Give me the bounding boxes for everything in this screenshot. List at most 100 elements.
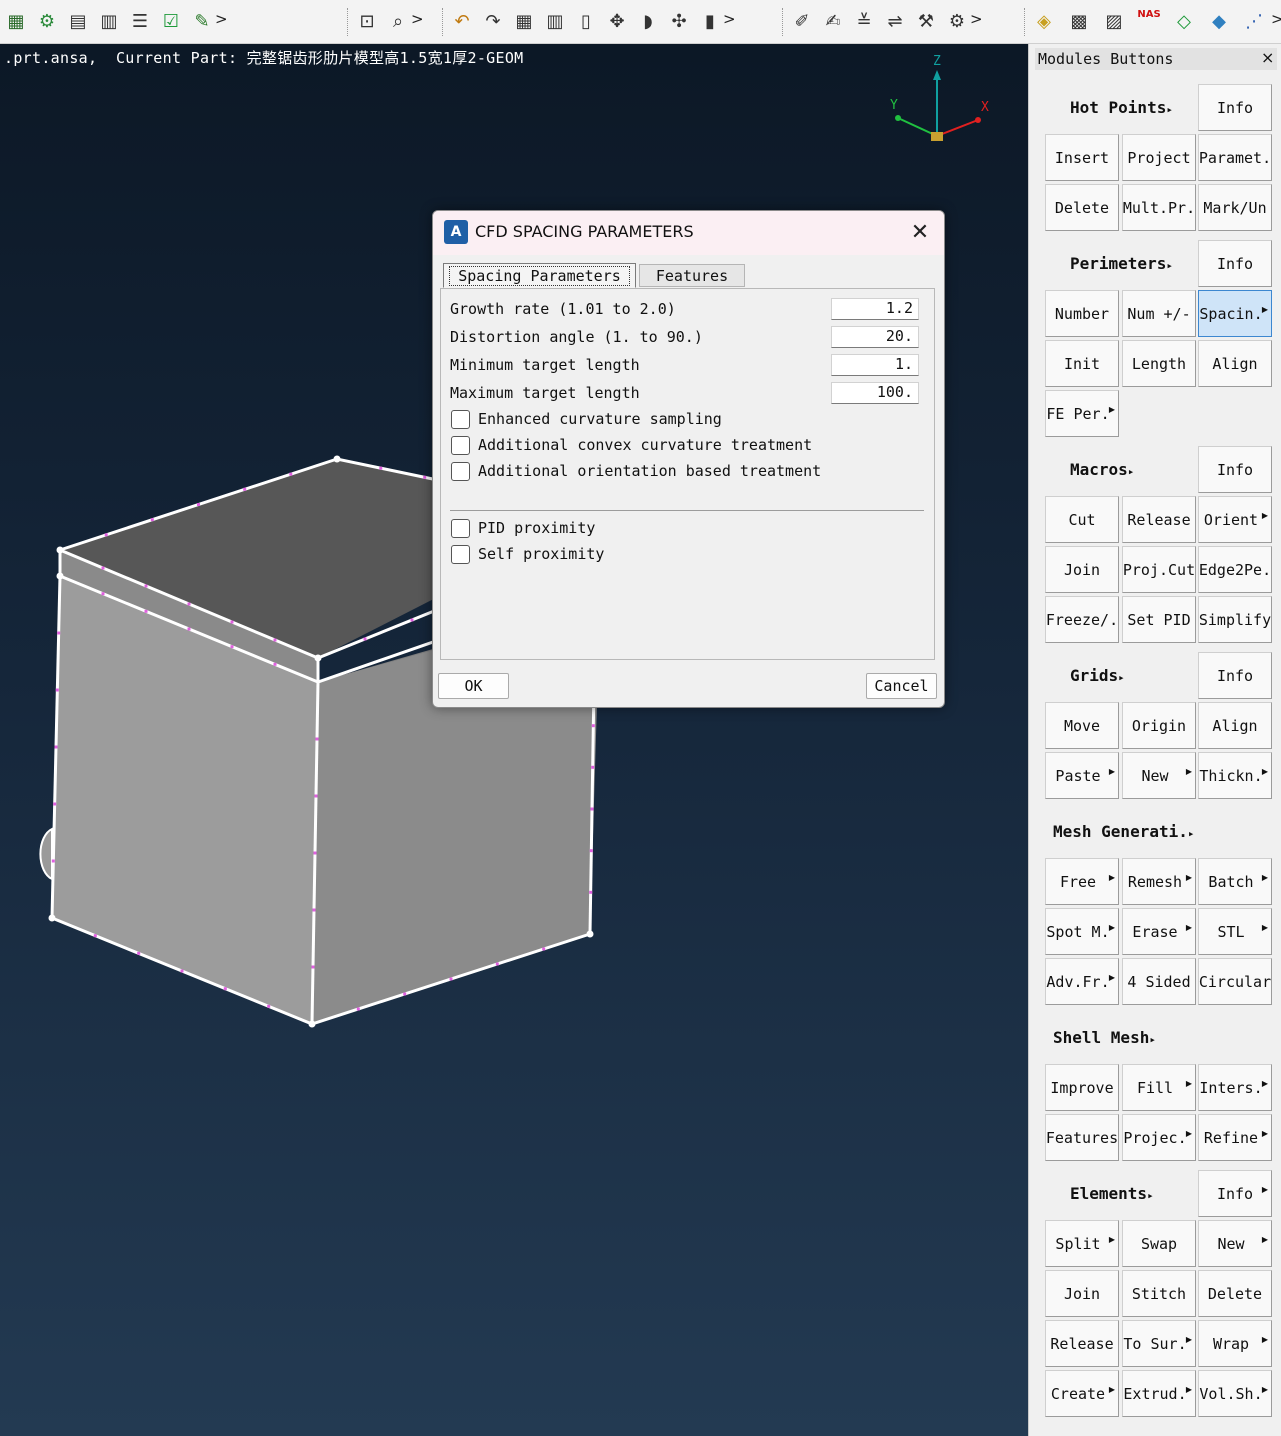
toolbar-overflow-chevron-icon[interactable]: > xyxy=(215,10,228,28)
additional-convex-curvature-checkbox[interactable]: Additional convex curvature treatment xyxy=(451,435,921,457)
info-button[interactable]: Info ▶ xyxy=(1198,1170,1272,1217)
module-button-stitch[interactable]: Stitch xyxy=(1122,1270,1196,1317)
dialog-titlebar[interactable]: A CFD SPACING PARAMETERS ✕ xyxy=(433,211,944,255)
module-button-insert[interactable]: Insert xyxy=(1045,134,1119,181)
tool-icon[interactable]: ⚙ xyxy=(945,9,969,33)
maximum-target-length-input[interactable]: 100. xyxy=(831,382,919,404)
toolbar-overflow-chevron-icon[interactable]: > xyxy=(723,10,736,28)
shaded-icon[interactable]: ▨ xyxy=(1102,9,1126,33)
shape-icon[interactable]: ◗ xyxy=(636,9,660,33)
undo-icon[interactable]: ↶ xyxy=(450,9,474,33)
module-button-new[interactable]: New ▶ xyxy=(1122,752,1196,799)
minimum-target-length-input[interactable]: 1. xyxy=(831,354,919,376)
module-button-proj-cut[interactable]: Proj.Cut xyxy=(1122,546,1196,593)
module-button-spot-m[interactable]: Spot M. ▶ xyxy=(1045,908,1119,955)
align-icon[interactable]: ≚ xyxy=(852,9,876,33)
module-button-num[interactable]: Num +/- xyxy=(1122,290,1196,337)
module-button-split[interactable]: Split ▶ xyxy=(1045,1220,1119,1267)
module-button-align[interactable]: Align xyxy=(1198,340,1272,387)
move-icon[interactable]: ✥ xyxy=(605,9,629,33)
clipboard-icon[interactable]: ▥ xyxy=(97,9,121,33)
module-button-extrud[interactable]: Extrud. ▶ xyxy=(1122,1370,1196,1417)
module-button-delete[interactable]: Delete xyxy=(1198,1270,1272,1317)
zoom-window-icon[interactable]: ⊡ xyxy=(355,9,379,33)
check-icon[interactable]: ☑ xyxy=(159,9,183,33)
section-header-macros[interactable]: Macros▸ xyxy=(1070,460,1134,479)
ruler-icon[interactable]: ▮ xyxy=(698,9,722,33)
module-button-freeze[interactable]: Freeze/. xyxy=(1045,596,1119,643)
module-button-projec[interactable]: Projec. ▶ xyxy=(1122,1114,1196,1161)
module-button-origin[interactable]: Origin xyxy=(1122,702,1196,749)
module-button-wrap[interactable]: Wrap ▶ xyxy=(1198,1320,1272,1367)
elements-icon[interactable]: ◆ xyxy=(1207,9,1231,33)
checkbox-box[interactable] xyxy=(451,462,470,481)
pid-proximity-checkbox[interactable]: PID proximity xyxy=(451,518,921,540)
swap-icon[interactable]: ⇌ xyxy=(883,9,907,33)
info-button[interactable]: Info xyxy=(1198,446,1272,493)
section-header-elements[interactable]: Elements▸ xyxy=(1070,1184,1154,1203)
module-button-move[interactable]: Move xyxy=(1045,702,1119,749)
transform-icon[interactable]: ✣ xyxy=(667,9,691,33)
module-button-mark-un[interactable]: Mark/Un xyxy=(1198,184,1272,231)
enhanced-curvature-sampling-checkbox[interactable]: Enhanced curvature sampling xyxy=(451,409,921,431)
module-button-thickn[interactable]: Thickn. ▶ xyxy=(1198,752,1272,799)
module-button-remesh[interactable]: Remesh ▶ xyxy=(1122,858,1196,905)
delete-icon[interactable]: ▯ xyxy=(574,9,598,33)
visibility-icon[interactable]: ◈ xyxy=(1032,9,1056,33)
module-button-project[interactable]: Project xyxy=(1122,134,1196,181)
module-button-refine[interactable]: Refine ▶ xyxy=(1198,1114,1272,1161)
wrench-icon[interactable]: ✐ xyxy=(790,9,814,33)
info-button[interactable]: Info xyxy=(1198,240,1272,287)
module-button-orient[interactable]: Orient ▶ xyxy=(1198,496,1272,543)
module-button-number[interactable]: Number xyxy=(1045,290,1119,337)
nas-deck-icon[interactable]: NAS xyxy=(1137,9,1161,33)
module-button-adv-fr[interactable]: Adv.Fr. ▶ xyxy=(1045,958,1119,1005)
module-button-features[interactable]: Features xyxy=(1045,1114,1119,1161)
module-button-paste[interactable]: Paste ▶ xyxy=(1045,752,1119,799)
ok-button[interactable]: OK xyxy=(438,673,509,699)
module-button-inters[interactable]: Inters. ▶ xyxy=(1198,1064,1272,1111)
checkbox-box[interactable] xyxy=(451,545,470,564)
list-icon[interactable]: ☰ xyxy=(128,9,152,33)
connections-icon[interactable]: ⋰ xyxy=(1242,9,1266,33)
module-button-init[interactable]: Init xyxy=(1045,340,1119,387)
module-button-release[interactable]: Release xyxy=(1045,1320,1119,1367)
module-button-simplify[interactable]: Simplify xyxy=(1198,596,1272,643)
module-button-spacin[interactable]: Spacin. ▶ xyxy=(1198,290,1272,337)
module-button-set-pid[interactable]: Set PID xyxy=(1122,596,1196,643)
section-header-perimeters[interactable]: Perimeters▸ xyxy=(1070,254,1173,273)
checkbox-box[interactable] xyxy=(451,436,470,455)
measure-icon[interactable]: ▥ xyxy=(543,9,567,33)
module-button-erase[interactable]: Erase ▶ xyxy=(1122,908,1196,955)
module-button-paramet[interactable]: Paramet. xyxy=(1198,134,1272,181)
section-header-hot-points[interactable]: Hot Points▸ xyxy=(1070,98,1173,117)
self-proximity-checkbox[interactable]: Self proximity xyxy=(451,544,921,566)
section-header-shell-mesh[interactable]: Shell Mesh▸ xyxy=(1053,1028,1156,1047)
module-button-to-sur[interactable]: To Sur. ▶ xyxy=(1122,1320,1196,1367)
wireframe-icon[interactable]: ▩ xyxy=(1067,9,1091,33)
hammer-icon[interactable]: ⚒ xyxy=(914,9,938,33)
checkbox-box[interactable] xyxy=(451,410,470,429)
module-button-length[interactable]: Length xyxy=(1122,340,1196,387)
module-button-release[interactable]: Release xyxy=(1122,496,1196,543)
gear-part-icon[interactable]: ⚙ xyxy=(35,9,59,33)
module-button-join[interactable]: Join xyxy=(1045,1270,1119,1317)
additional-orientation-checkbox[interactable]: Additional orientation based treatment xyxy=(451,461,921,483)
module-button-fe-per[interactable]: FE Per. ▶ xyxy=(1045,390,1119,437)
close-icon[interactable]: ✕ xyxy=(907,220,933,246)
info-button[interactable]: Info xyxy=(1198,652,1272,699)
cancel-button[interactable]: Cancel xyxy=(866,673,937,699)
module-button-free[interactable]: Free ▶ xyxy=(1045,858,1119,905)
zoom-icon[interactable]: ⌕ xyxy=(386,9,410,33)
info-button[interactable]: Info xyxy=(1198,84,1272,131)
module-button-join[interactable]: Join xyxy=(1045,546,1119,593)
module-button-batch[interactable]: Batch ▶ xyxy=(1198,858,1272,905)
module-button-create[interactable]: Create ▶ xyxy=(1045,1370,1119,1417)
module-button-edge2pe[interactable]: Edge2Pe. xyxy=(1198,546,1272,593)
module-button-align[interactable]: Align xyxy=(1198,702,1272,749)
module-button-4-sided[interactable]: 4 Sided xyxy=(1122,958,1196,1005)
distortion-angle-input[interactable]: 20. xyxy=(831,326,919,348)
section-header-grids[interactable]: Grids▸ xyxy=(1070,666,1125,685)
toolbar-overflow-chevron-icon[interactable]: > xyxy=(411,10,424,28)
grid-icon[interactable]: ▦ xyxy=(512,9,536,33)
